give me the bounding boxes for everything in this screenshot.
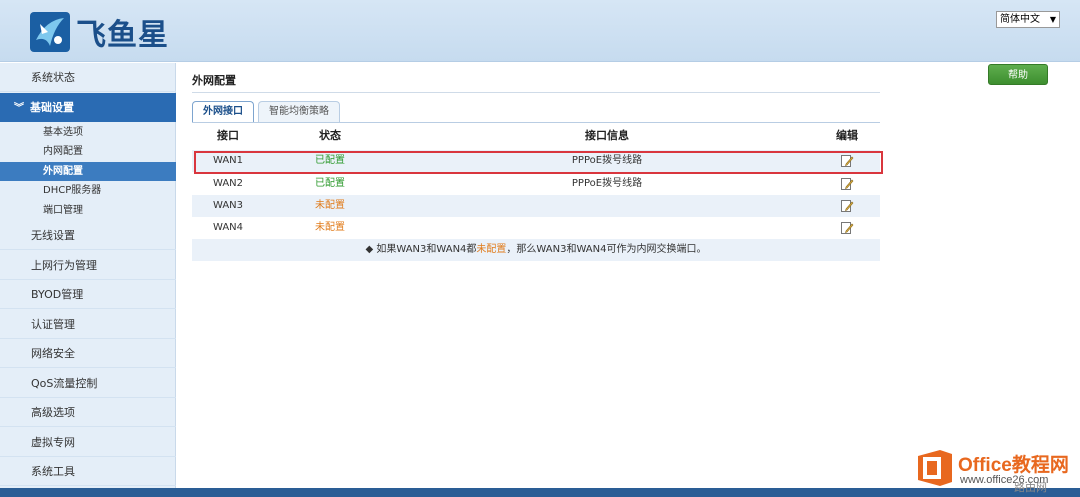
table-row: WAN3 未配置 — [192, 195, 880, 217]
interface-info — [522, 195, 692, 217]
double-chevron-down-icon: ︾ — [14, 103, 24, 114]
table-row: WAN2 已配置 PPPoE拨号线路 — [192, 173, 880, 195]
highlight-box — [194, 151, 883, 174]
sidebar-subitem-lan-config[interactable]: 内网配置 — [0, 142, 176, 161]
sidebar: 系统状态 ︾ 基础设置 基本选项 内网配置 外网配置 DHCP服务器 端口管理 无… — [0, 63, 176, 497]
language-value: 简体中文 — [1000, 14, 1040, 25]
sidebar-subitem-wan-config[interactable]: 外网配置 — [0, 162, 176, 181]
status-value: 未配置 — [315, 200, 345, 211]
status-value: 已配置 — [315, 178, 345, 189]
fish-star-logo-icon — [30, 12, 70, 52]
column-header-edit: 编辑 — [836, 129, 858, 142]
sidebar-item-wireless[interactable]: 无线设置 — [0, 221, 176, 250]
sidebar-subitem-basic-options[interactable]: 基本选项 — [0, 123, 176, 142]
language-select[interactable]: 简体中文 ▼ — [996, 11, 1060, 28]
interface-name: WAN4 — [212, 222, 244, 233]
note-suffix: ，那么WAN3和WAN4可作为内网交换端口。 — [506, 244, 707, 255]
column-header-info: 接口信息 — [585, 129, 629, 142]
sidebar-item-system-tools[interactable]: 系统工具 — [0, 457, 176, 486]
tab-smart-balance[interactable]: 智能均衡策略 — [258, 101, 340, 123]
column-header-interface: 接口 — [217, 129, 239, 142]
sidebar-item-behavior-management[interactable]: 上网行为管理 — [0, 251, 176, 280]
interface-name: WAN3 — [212, 200, 244, 211]
info-note: ◆ 如果WAN3和WAN4都未配置，那么WAN3和WAN4可作为内网交换端口。 — [192, 239, 880, 261]
edit-icon[interactable] — [840, 177, 854, 191]
sidebar-item-authentication[interactable]: 认证管理 — [0, 310, 176, 339]
tab-wan-interface[interactable]: 外网接口 — [192, 101, 254, 123]
help-button[interactable]: 帮助 — [988, 64, 1048, 85]
sidebar-item-basic-settings[interactable]: ︾ 基础设置 — [0, 93, 176, 122]
sidebar-item-qos[interactable]: QoS流量控制 — [0, 369, 176, 398]
brand-logo: 飞鱼星 — [28, 8, 169, 56]
sidebar-subitem-port-management[interactable]: 端口管理 — [0, 201, 176, 220]
interface-name: WAN2 — [212, 178, 244, 189]
interface-info — [522, 217, 692, 239]
sidebar-subitem-dhcp-server[interactable]: DHCP服务器 — [0, 181, 176, 200]
sidebar-item-advanced[interactable]: 高级选项 — [0, 398, 176, 427]
sidebar-item-network-security[interactable]: 网络安全 — [0, 339, 176, 368]
watermark-tag: 路由网 — [1014, 481, 1047, 494]
sidebar-item-byod[interactable]: BYOD管理 — [0, 280, 176, 309]
divider — [192, 92, 880, 93]
divider — [192, 122, 880, 123]
sidebar-item-system-status[interactable]: 系统状态 — [0, 63, 176, 92]
watermark-title: Office教程网 — [958, 455, 1069, 476]
dropdown-arrow-icon: ▼ — [1049, 15, 1056, 24]
column-header-status: 状态 — [319, 129, 341, 142]
note-prefix: ◆ 如果WAN3和WAN4都 — [365, 244, 477, 255]
sidebar-item-vpn[interactable]: 虚拟专网 — [0, 428, 176, 457]
page-title: 外网配置 — [192, 74, 236, 87]
note-status: 未配置 — [476, 244, 507, 255]
office-logo-icon — [918, 450, 952, 486]
edit-icon[interactable] — [840, 199, 854, 213]
sidebar-item-label: 基础设置 — [30, 101, 74, 114]
edit-icon[interactable] — [840, 221, 854, 235]
status-value: 未配置 — [315, 222, 345, 233]
interface-info: PPPoE拨号线路 — [571, 178, 643, 189]
table-row: WAN4 未配置 — [192, 217, 880, 239]
header: 飞鱼星 简体中文 ▼ — [0, 0, 1080, 62]
watermark: Office教程网 www.office26.com — [916, 446, 1076, 492]
brand-name: 飞鱼星 — [76, 18, 169, 53]
